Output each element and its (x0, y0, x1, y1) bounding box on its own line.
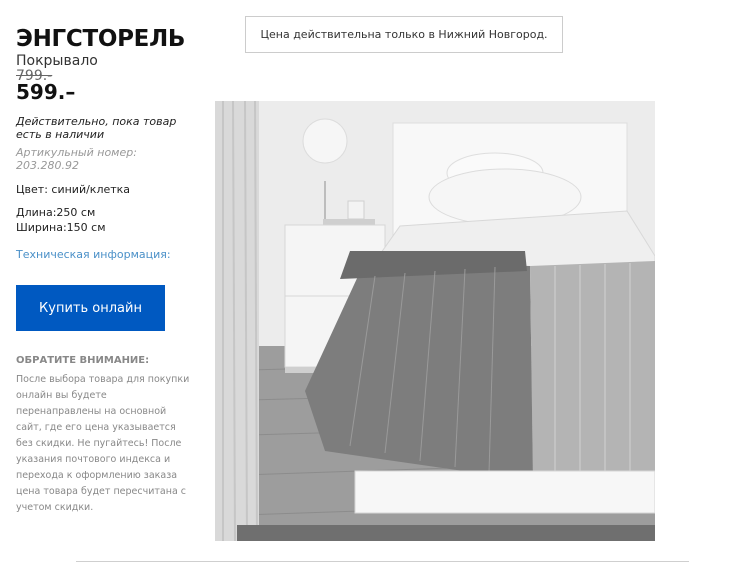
current-price: 599.– (16, 80, 76, 104)
notice-title: ОБРАТИТЕ ВНИМАНИЕ: (16, 355, 150, 366)
product-image (215, 101, 655, 541)
technical-info-link[interactable]: Техническая информация: (16, 248, 171, 261)
product-color: Цвет: синий/клетка (16, 183, 131, 196)
product-dimensions: Длина:250 см Ширина:150 см (16, 205, 106, 235)
product-subtitle: Покрывало (16, 53, 98, 69)
divider-line (76, 561, 689, 562)
buy-online-button[interactable]: Купить онлайн (16, 285, 165, 331)
price-validity-note: Действительно, пока товар есть в наличии (16, 115, 177, 141)
notice-text: После выбора товара для покупки онлайн в… (16, 374, 190, 513)
product-width: Ширина:150 см (16, 221, 106, 234)
city-price-notice: Цена действительна только в Нижний Новго… (245, 16, 563, 53)
article-number: Артикульный номер: 203.280.92 (16, 146, 137, 172)
product-length: Длина:250 см (16, 206, 96, 219)
city-price-notice-text: Цена действительна только в Нижний Новго… (260, 28, 548, 41)
product-title: ЭНГСТОРЕЛЬ (16, 26, 186, 52)
